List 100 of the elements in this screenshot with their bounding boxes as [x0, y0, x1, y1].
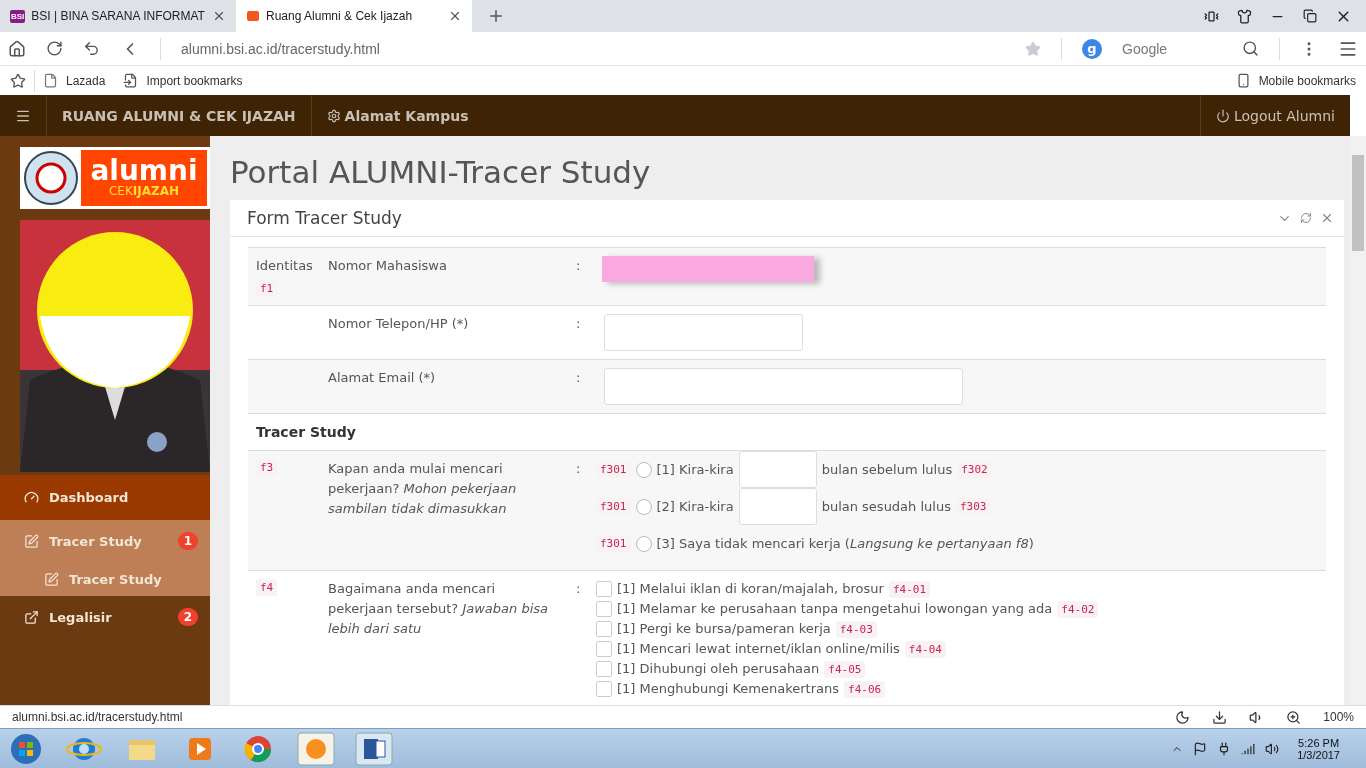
import-icon: [123, 73, 139, 88]
input-field[interactable]: [738, 488, 817, 525]
bookmark-link[interactable]: Import bookmarks: [146, 73, 243, 88]
code-tag: f301: [596, 461, 631, 478]
option-label: [1] Mencari lewat internet/iklan online/milis: [617, 640, 900, 658]
flag-icon[interactable]: [1193, 741, 1208, 756]
status-url: alumni.bsi.ac.id/tracerstudy.html: [12, 710, 183, 724]
clock-time: 5:26 PM: [1298, 736, 1340, 749]
panel-title: Form Tracer Study: [247, 208, 403, 228]
code-tag: f301: [596, 498, 631, 515]
code-tag: f4-01: [888, 580, 930, 598]
document-app-icon[interactable]: [354, 731, 394, 766]
clock-date: 1/3/2017: [1297, 748, 1340, 761]
refresh-icon[interactable]: [1300, 212, 1312, 224]
colon: :: [576, 460, 581, 478]
option-label: [2] Kira-kira: [656, 497, 734, 516]
option-label: [1] Kira-kira: [656, 460, 734, 479]
checkbox[interactable]: [596, 581, 612, 597]
page-title: Portal ALUMNI-Tracer Study: [230, 154, 652, 190]
radio-button[interactable]: [635, 498, 652, 515]
field-label: Alamat Email (*): [328, 369, 436, 387]
address-field[interactable]: alumni.bsi.ac.id/tracerstudy.html: [181, 40, 380, 57]
question-text: Kapan anda mulai mencari pekerjaan? Mohon pekerjaan sambilan tidak dimasukkan: [328, 460, 518, 518]
code-tag: f1: [256, 280, 278, 297]
bookmark-link[interactable]: Mobile bookmarks: [1258, 73, 1356, 88]
phone-icon[interactable]: [1204, 8, 1219, 24]
checkbox[interactable]: [596, 641, 612, 657]
checkbox[interactable]: [596, 681, 612, 697]
field-label: Nomor Telepon/HP (*): [328, 315, 469, 333]
checkbox[interactable]: [596, 661, 612, 677]
field-label: Nomor Mahasiswa: [328, 257, 447, 275]
code-tag: f4-04: [904, 640, 946, 658]
option-label: [3] Saya tidak mencari kerja (Langsung ke pertanyaan f8): [656, 534, 1034, 553]
checkbox[interactable]: [596, 601, 612, 617]
input-field[interactable]: [604, 368, 963, 405]
question-text: Bagaimana anda mencari pekerjaan tersebut? Jawaban bisa lebih dari satu: [328, 580, 549, 638]
undo-icon[interactable]: [83, 40, 100, 57]
count-badge: 2: [178, 608, 198, 626]
shirt-icon[interactable]: [1237, 8, 1252, 24]
option-label: [1] Dihubungi oleh perusahaan: [617, 660, 820, 678]
code-tag: f4-02: [1057, 600, 1099, 618]
option-label: bulan sesudah lulus: [821, 497, 951, 516]
favicon: [246, 9, 260, 23]
new-tab-icon[interactable]: [487, 7, 505, 25]
code-tag: f301: [596, 535, 631, 552]
colon: :: [576, 369, 581, 387]
external-link-icon: [24, 609, 39, 625]
option-label: [1] Melalui iklan di koran/majalah, brosur: [617, 580, 884, 598]
browser-tab[interactable]: Ruang Alumni & Cek Ijazah: [236, 0, 472, 32]
download-icon[interactable]: [1212, 709, 1228, 725]
signal-icon[interactable]: [1241, 741, 1256, 756]
code-tag: f4-05: [824, 660, 866, 678]
logo-title: alumni: [90, 157, 198, 186]
volume-icon[interactable]: [1265, 741, 1280, 756]
search-field[interactable]: Google: [1122, 40, 1222, 57]
close-icon[interactable]: [212, 9, 226, 23]
file-icon: [43, 73, 58, 88]
search-icon[interactable]: [1242, 40, 1259, 57]
search-engine-icon[interactable]: g: [1082, 38, 1102, 59]
option-label: [1] Menghubungi Kemenakertrans: [617, 680, 840, 698]
count-badge: 1: [178, 532, 198, 550]
colon: :: [576, 580, 581, 598]
phone-icon: [1235, 73, 1251, 88]
edit-icon: [44, 571, 59, 587]
colon: :: [576, 315, 581, 333]
logout-link[interactable]: Logout Alumni: [1233, 107, 1335, 124]
close-icon[interactable]: [448, 9, 462, 23]
sidebar-item[interactable]: Dashboard: [0, 475, 210, 520]
star-icon[interactable]: [10, 72, 26, 89]
power-icon: [1215, 108, 1230, 123]
logo-subtitle: CEKIJAZAH: [108, 185, 180, 199]
sidebar-item[interactable]: Legalisir 2: [0, 596, 210, 638]
input-field[interactable]: [738, 451, 817, 488]
checkbox[interactable]: [596, 621, 612, 637]
seal-icon: [23, 150, 79, 206]
gear-icon: [326, 108, 341, 123]
nav-link[interactable]: Alamat Kampus: [344, 107, 469, 124]
input-field[interactable]: [604, 314, 803, 351]
radio-button[interactable]: [635, 535, 652, 552]
zoom-level: 100%: [1323, 710, 1354, 724]
code-tag: f4-03: [835, 620, 877, 638]
code-tag: f302: [957, 461, 992, 478]
zoom-icon[interactable]: [1286, 709, 1302, 725]
option-label: bulan sebelum lulus: [821, 460, 953, 479]
colon: :: [576, 257, 581, 275]
reload-icon[interactable]: [46, 40, 63, 57]
code-tag: f4-06: [844, 680, 886, 698]
radio-button[interactable]: [635, 461, 652, 478]
restore-icon[interactable]: [1303, 9, 1317, 23]
edit-icon: [24, 533, 39, 549]
sidebar-item[interactable]: Tracer Study 1: [0, 520, 210, 562]
browser-tab[interactable]: BSI BSI | BINA SARANA INFORMAT: [0, 0, 236, 32]
bookmark-link[interactable]: Lazada: [66, 73, 106, 88]
group-label: Identitas: [256, 257, 313, 275]
gauge-icon: [24, 490, 39, 505]
code-tag: f4: [256, 579, 278, 596]
code-tag: f3: [256, 459, 278, 476]
home-icon[interactable]: [8, 39, 26, 58]
moon-icon[interactable]: [1175, 709, 1191, 725]
code-tag: f303: [955, 498, 991, 515]
